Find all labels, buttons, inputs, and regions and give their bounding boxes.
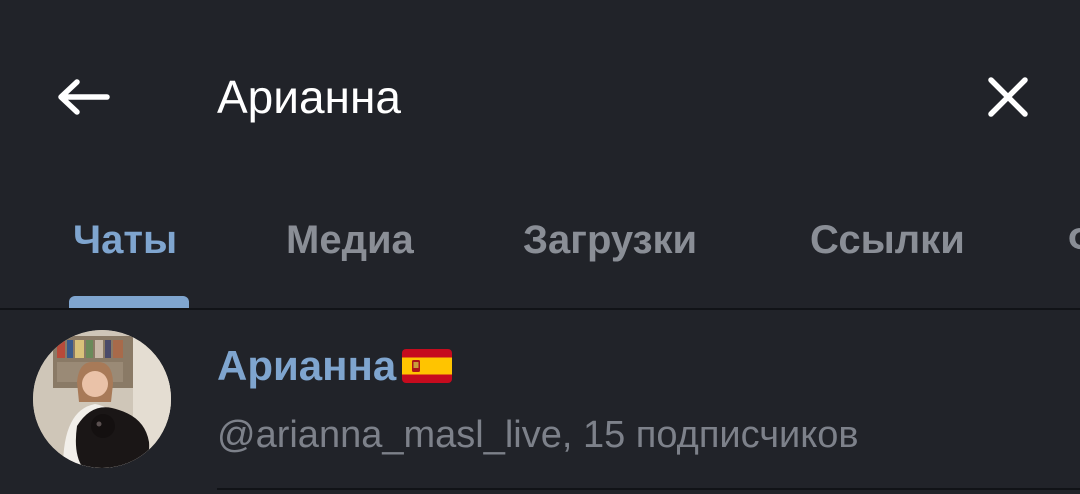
search-tabs: Чаты Медиа Загрузки Ссылки Ф — [0, 196, 1080, 308]
tab-files-partial[interactable]: Ф — [1068, 218, 1080, 263]
tab-downloads[interactable]: Загрузки — [523, 218, 697, 263]
search-result-row[interactable]: Арианна @arianna_masl_live, 15 подписчик… — [0, 310, 1080, 494]
result-name: Арианна — [217, 342, 453, 390]
back-button[interactable] — [48, 62, 118, 132]
clear-search-button[interactable] — [973, 62, 1043, 132]
tab-links[interactable]: Ссылки — [810, 218, 965, 263]
avatar-image — [33, 330, 171, 468]
result-subtitle: @arianna_masl_live, 15 подписчиков — [217, 414, 859, 456]
search-screen: Чаты Медиа Загрузки Ссылки Ф — [0, 0, 1080, 494]
tab-chats[interactable]: Чаты — [73, 218, 177, 263]
row-divider — [217, 488, 1080, 490]
active-tab-indicator — [69, 296, 189, 308]
search-input[interactable] — [217, 60, 917, 134]
result-name-text: Арианна — [217, 342, 397, 389]
avatar — [33, 330, 171, 468]
close-icon — [988, 77, 1028, 117]
tab-media[interactable]: Медиа — [286, 218, 414, 263]
spain-flag-icon — [402, 349, 453, 383]
arrow-left-icon — [58, 79, 110, 115]
search-bar — [0, 0, 1080, 190]
